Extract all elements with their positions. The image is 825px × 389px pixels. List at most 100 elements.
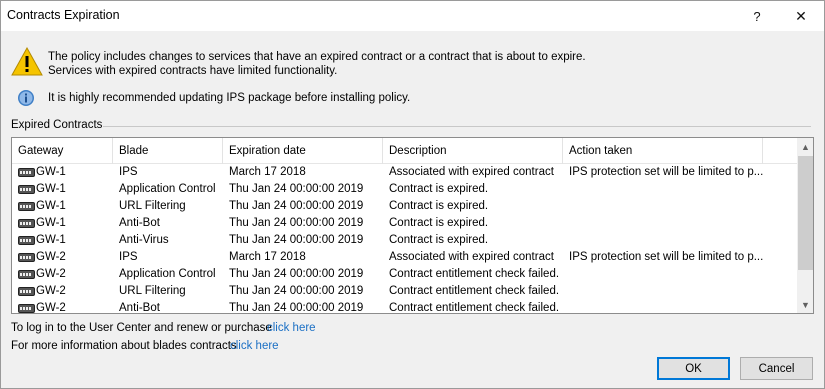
gateway-cell: GW-1: [18, 215, 114, 232]
column-header-description[interactable]: Description: [383, 138, 563, 164]
expiration-cell: Thu Jan 24 00:00:00 2019: [229, 285, 364, 297]
action-cell: IPS protection set will be limited to p.…: [569, 251, 764, 263]
gateway-icon: [18, 202, 35, 211]
gateway-cell: GW-1: [18, 198, 114, 215]
gateway-name: GW-1: [36, 166, 66, 178]
table-row[interactable]: GW-2 Anti-Bot Thu Jan 24 00:00:00 2019 C…: [12, 300, 797, 314]
blade-cell: Application Control: [119, 183, 216, 195]
blade-cell: Application Control: [119, 268, 216, 280]
blade-cell: Anti-Virus: [119, 234, 169, 246]
description-cell: Contract entitlement check failed.: [389, 285, 560, 297]
group-divider: [103, 126, 811, 127]
gateway-cell: GW-1: [18, 232, 114, 249]
description-cell: Contract entitlement check failed.: [389, 268, 560, 280]
info-icon: [18, 90, 34, 106]
gateway-icon: [18, 168, 35, 177]
action-cell: [569, 215, 769, 232]
table-row[interactable]: GW-2 Application Control Thu Jan 24 00:0…: [12, 266, 797, 283]
action-cell: [569, 266, 769, 283]
scroll-down-arrow-icon[interactable]: ▼: [797, 296, 813, 313]
blade-cell: URL Filtering: [119, 285, 186, 297]
gateway-cell: GW-1: [18, 164, 114, 181]
description-cell: Associated with expired contract: [389, 166, 554, 178]
gateway-icon: [18, 304, 35, 313]
description-cell: Contract is expired.: [389, 234, 489, 246]
gateway-cell: GW-2: [18, 266, 114, 283]
table-row[interactable]: GW-1 URL Filtering Thu Jan 24 00:00:00 2…: [12, 198, 797, 215]
blade-cell: URL Filtering: [119, 200, 186, 212]
user-center-link[interactable]: click here: [267, 322, 316, 334]
gateway-name: GW-2: [36, 251, 66, 263]
gateway-icon: [18, 236, 35, 245]
expired-contracts-table[interactable]: Gateway Blade Expiration date Descriptio…: [11, 137, 814, 314]
expiration-cell: Thu Jan 24 00:00:00 2019: [229, 302, 364, 314]
gateway-icon: [18, 219, 35, 228]
description-cell: Contract is expired.: [389, 183, 489, 195]
action-cell: [569, 232, 769, 249]
action-cell: [569, 181, 769, 198]
action-cell: IPS protection set will be limited to p.…: [569, 166, 764, 178]
table-row[interactable]: GW-2 URL Filtering Thu Jan 24 00:00:00 2…: [12, 283, 797, 300]
description-cell: Associated with expired contract: [389, 251, 554, 263]
expired-contracts-label: Expired Contracts: [11, 119, 103, 131]
gateway-name: GW-1: [36, 234, 66, 246]
table-row[interactable]: GW-1 Application Control Thu Jan 24 00:0…: [12, 181, 797, 198]
gateway-name: GW-2: [36, 302, 66, 314]
ips-recommendation: It is highly recommended updating IPS pa…: [48, 92, 411, 104]
blade-cell: Anti-Bot: [119, 217, 160, 229]
gateway-cell: GW-2: [18, 283, 114, 300]
ok-button[interactable]: OK: [657, 357, 730, 380]
cancel-button[interactable]: Cancel: [740, 357, 813, 380]
expiration-cell: March 17 2018: [229, 251, 306, 263]
column-header-gateway[interactable]: Gateway: [12, 138, 113, 164]
gateway-name: GW-2: [36, 285, 66, 297]
action-cell: [569, 283, 769, 300]
table-row[interactable]: GW-1 Anti-Virus Thu Jan 24 00:00:00 2019…: [12, 232, 797, 249]
gateway-icon: [18, 185, 35, 194]
expiration-cell: Thu Jan 24 00:00:00 2019: [229, 200, 364, 212]
user-center-text: To log in to the User Center and renew o…: [11, 322, 272, 334]
action-cell: [569, 300, 769, 313]
gateway-name: GW-1: [36, 217, 66, 229]
blade-cell: Anti-Bot: [119, 302, 160, 314]
window-title: Contracts Expiration: [7, 8, 120, 22]
scroll-up-arrow-icon[interactable]: ▲: [797, 138, 813, 155]
table-row[interactable]: GW-1 IPS March 17 2018 Associated with e…: [12, 164, 797, 181]
blades-info-text: For more information about blades contra…: [11, 340, 237, 352]
column-header-expiration-date[interactable]: Expiration date: [223, 138, 383, 164]
vertical-scrollbar[interactable]: ▲ ▼: [797, 138, 813, 313]
contracts-expiration-dialog: Contracts Expiration ? ✕ The policy incl…: [0, 0, 825, 389]
gateway-cell: GW-2: [18, 249, 114, 266]
title-bar: Contracts Expiration ? ✕: [1, 1, 824, 31]
gateway-cell: GW-1: [18, 181, 114, 198]
help-button[interactable]: ?: [739, 1, 775, 31]
expiration-cell: March 17 2018: [229, 166, 306, 178]
gateway-name: GW-1: [36, 183, 66, 195]
gateway-icon: [18, 270, 35, 279]
table-body: GW-1 IPS March 17 2018 Associated with e…: [12, 164, 797, 314]
policy-warning-line1: The policy includes changes to services …: [48, 51, 586, 63]
gateway-name: GW-2: [36, 268, 66, 280]
expiration-cell: Thu Jan 24 00:00:00 2019: [229, 183, 364, 195]
description-cell: Contract is expired.: [389, 200, 489, 212]
blade-cell: IPS: [119, 166, 138, 178]
expiration-cell: Thu Jan 24 00:00:00 2019: [229, 268, 364, 280]
description-cell: Contract is expired.: [389, 217, 489, 229]
column-header-action-taken[interactable]: Action taken: [563, 138, 763, 164]
gateway-cell: GW-2: [18, 300, 114, 314]
scrollbar-thumb[interactable]: [798, 156, 813, 270]
blade-cell: IPS: [119, 251, 138, 263]
table-row[interactable]: GW-1 Anti-Bot Thu Jan 24 00:00:00 2019 C…: [12, 215, 797, 232]
table-row[interactable]: GW-2 IPS March 17 2018 Associated with e…: [12, 249, 797, 266]
gateway-icon: [18, 287, 35, 296]
expiration-cell: Thu Jan 24 00:00:00 2019: [229, 234, 364, 246]
warning-icon: [11, 47, 43, 76]
gateway-icon: [18, 253, 35, 262]
table-header: Gateway Blade Expiration date Descriptio…: [12, 138, 797, 164]
column-header-blade[interactable]: Blade: [113, 138, 223, 164]
blades-info-link[interactable]: click here: [230, 340, 279, 352]
policy-warning-line2: Services with expired contracts have lim…: [48, 65, 338, 77]
close-button[interactable]: ✕: [783, 1, 819, 31]
expiration-cell: Thu Jan 24 00:00:00 2019: [229, 217, 364, 229]
description-cell: Contract entitlement check failed.: [389, 302, 560, 314]
